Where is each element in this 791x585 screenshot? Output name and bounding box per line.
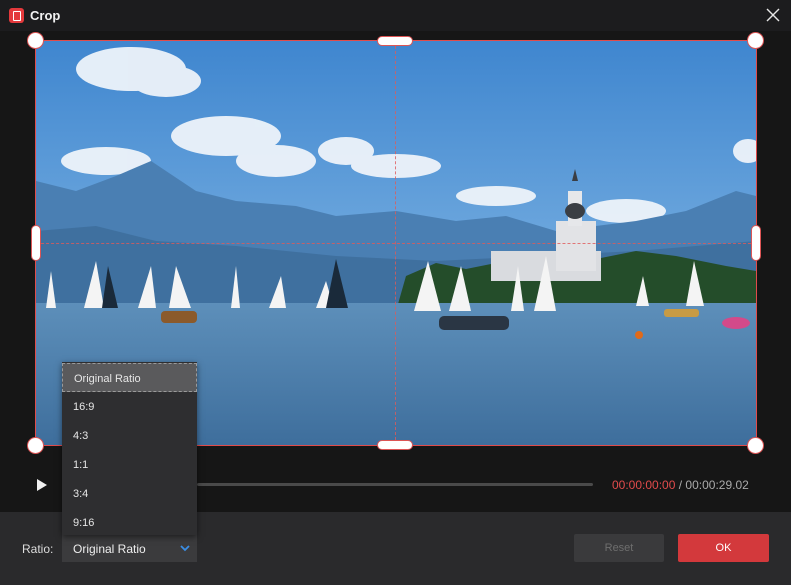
time-separator: / <box>675 478 686 492</box>
ratio-option-16-9[interactable]: 16:9 <box>62 392 197 421</box>
ratio-dropdown: Original Ratio 16:9 4:3 1:1 3:4 9:16 <box>62 362 197 535</box>
current-time: 00:00:00:00 <box>612 478 676 492</box>
chevron-down-icon <box>180 545 190 552</box>
play-icon[interactable] <box>35 477 49 493</box>
crop-handle-bottom[interactable] <box>377 440 413 450</box>
title-bar: Crop <box>0 0 791 31</box>
timeline-track[interactable] <box>197 483 593 486</box>
crop-handle-left[interactable] <box>31 225 41 261</box>
crop-handle-bottom-right[interactable] <box>747 437 764 454</box>
crop-handle-top[interactable] <box>377 36 413 46</box>
reset-button[interactable]: Reset <box>574 534 664 562</box>
ratio-select[interactable]: Original Ratio <box>62 535 197 562</box>
ratio-option-1-1[interactable]: 1:1 <box>62 450 197 479</box>
crop-handle-top-left[interactable] <box>27 32 44 49</box>
ratio-label: Ratio: <box>22 542 54 556</box>
ratio-option-3-4[interactable]: 3:4 <box>62 479 197 508</box>
crop-guide-horizontal <box>36 243 756 244</box>
ratio-select-value: Original Ratio <box>73 542 146 556</box>
ratio-option-original[interactable]: Original Ratio <box>62 363 197 392</box>
window-title: Crop <box>30 8 61 23</box>
crop-handle-bottom-left[interactable] <box>27 437 44 454</box>
crop-handle-top-right[interactable] <box>747 32 764 49</box>
crop-handle-right[interactable] <box>751 225 761 261</box>
ok-button[interactable]: OK <box>678 534 769 562</box>
close-icon[interactable] <box>766 8 780 22</box>
ratio-option-9-16[interactable]: 9:16 <box>62 508 197 537</box>
app-logo-icon <box>9 8 24 23</box>
time-display: 00:00:00:00 / 00:00:29.02 <box>612 478 749 492</box>
ratio-option-4-3[interactable]: 4:3 <box>62 421 197 450</box>
total-time: 00:00:29.02 <box>685 478 749 492</box>
